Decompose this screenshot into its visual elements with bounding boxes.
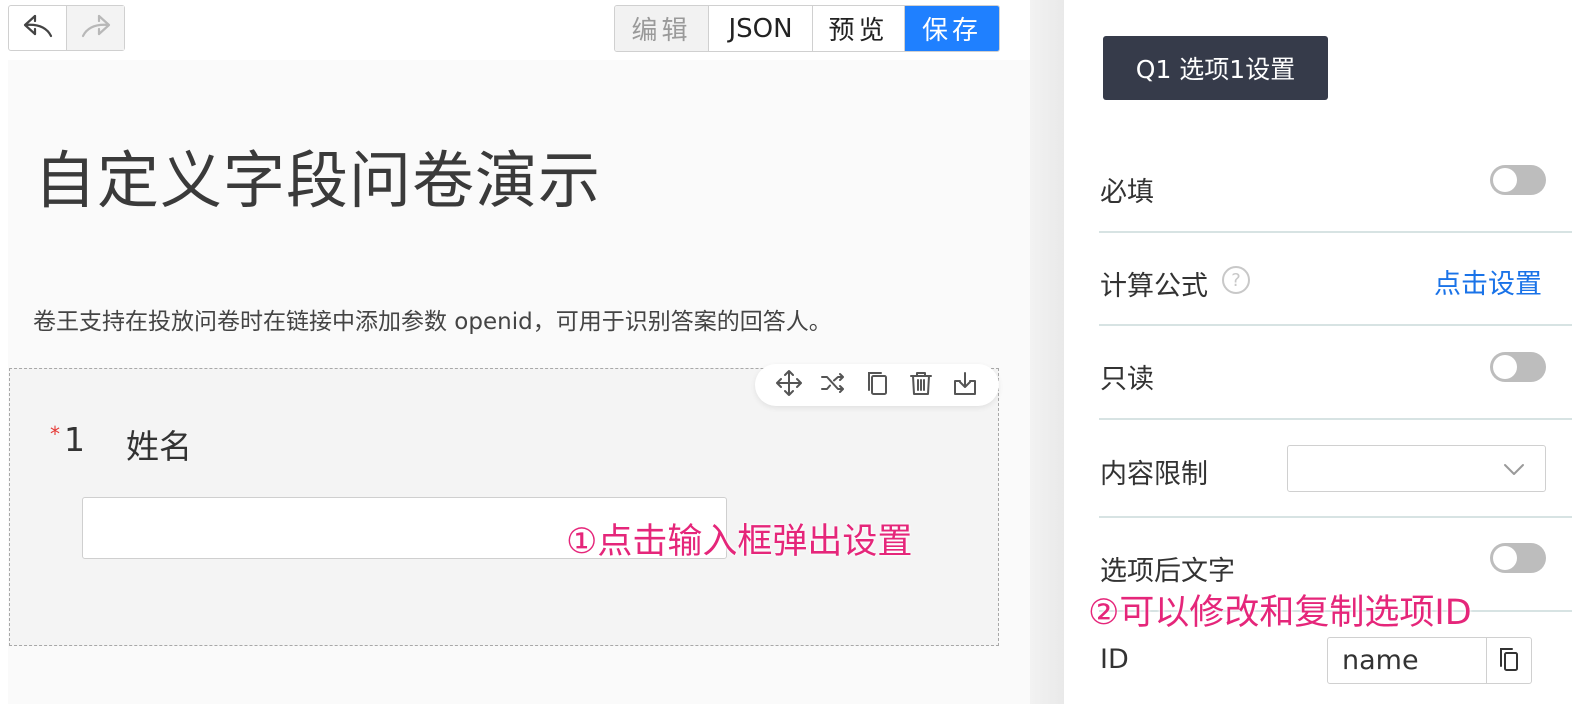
formula-label: 计算公式	[1100, 271, 1208, 302]
content-limit-label: 内容限制	[1100, 459, 1208, 490]
json-mode-button[interactable]: JSON	[709, 6, 813, 51]
readonly-toggle[interactable]	[1490, 352, 1546, 382]
id-label: ID	[1100, 644, 1129, 675]
row-divider	[1099, 231, 1572, 233]
formula-settings-link[interactable]: 点击设置	[1434, 262, 1542, 301]
after-text-toggle[interactable]	[1490, 543, 1546, 573]
save-to-bank-icon	[951, 369, 979, 401]
history-controls	[8, 5, 125, 51]
survey-title[interactable]: 自定义字段问卷演示	[34, 130, 601, 220]
annotation-step1: ①点击输入框弹出设置	[566, 522, 913, 562]
copy-icon	[1497, 646, 1521, 676]
survey-description[interactable]: 卷王支持在投放问卷时在链接中添加参数 openid，可用于识别答案的回答人。	[33, 302, 832, 336]
question-title[interactable]: 姓名	[126, 420, 192, 468]
copy-icon	[863, 369, 891, 401]
readonly-label: 只读	[1100, 364, 1154, 395]
chevron-down-icon	[1503, 459, 1525, 479]
option-settings-badge: Q1 选项1设置	[1103, 36, 1328, 100]
id-field-group	[1327, 637, 1532, 684]
delete-question-button[interactable]	[906, 370, 936, 400]
save-to-bank-button[interactable]	[950, 370, 980, 400]
content-limit-select[interactable]	[1287, 445, 1546, 492]
annotation-step2: ②可以修改和复制选项ID	[1088, 593, 1472, 633]
shuffle-icon	[819, 369, 847, 401]
move-button[interactable]	[774, 370, 804, 400]
row-divider	[1099, 418, 1572, 420]
required-mark: *	[50, 422, 60, 446]
shuffle-button[interactable]	[818, 370, 848, 400]
required-label: 必填	[1100, 177, 1154, 208]
option-id-input[interactable]	[1328, 638, 1486, 683]
panel-divider	[1030, 0, 1064, 704]
question-toolbar	[755, 364, 999, 406]
delete-icon	[907, 369, 935, 401]
undo-icon	[22, 12, 54, 44]
copy-id-button[interactable]	[1486, 638, 1531, 683]
after-text-label: 选项后文字	[1100, 556, 1235, 587]
row-divider	[1099, 516, 1572, 518]
preview-button[interactable]: 预览	[813, 6, 905, 51]
edit-mode-button[interactable]: 编辑	[615, 6, 709, 51]
move-icon	[775, 369, 803, 401]
redo-button[interactable]	[66, 6, 124, 50]
question-number: 1	[64, 420, 85, 459]
help-icon[interactable]: ?	[1222, 266, 1250, 294]
required-toggle[interactable]	[1490, 165, 1546, 195]
copy-question-button[interactable]	[862, 370, 892, 400]
row-divider	[1099, 324, 1572, 326]
save-button[interactable]: 保存	[905, 6, 999, 51]
mode-switcher: 编辑 JSON 预览 保存	[614, 5, 1000, 52]
undo-button[interactable]	[9, 6, 66, 50]
redo-icon	[80, 12, 112, 44]
